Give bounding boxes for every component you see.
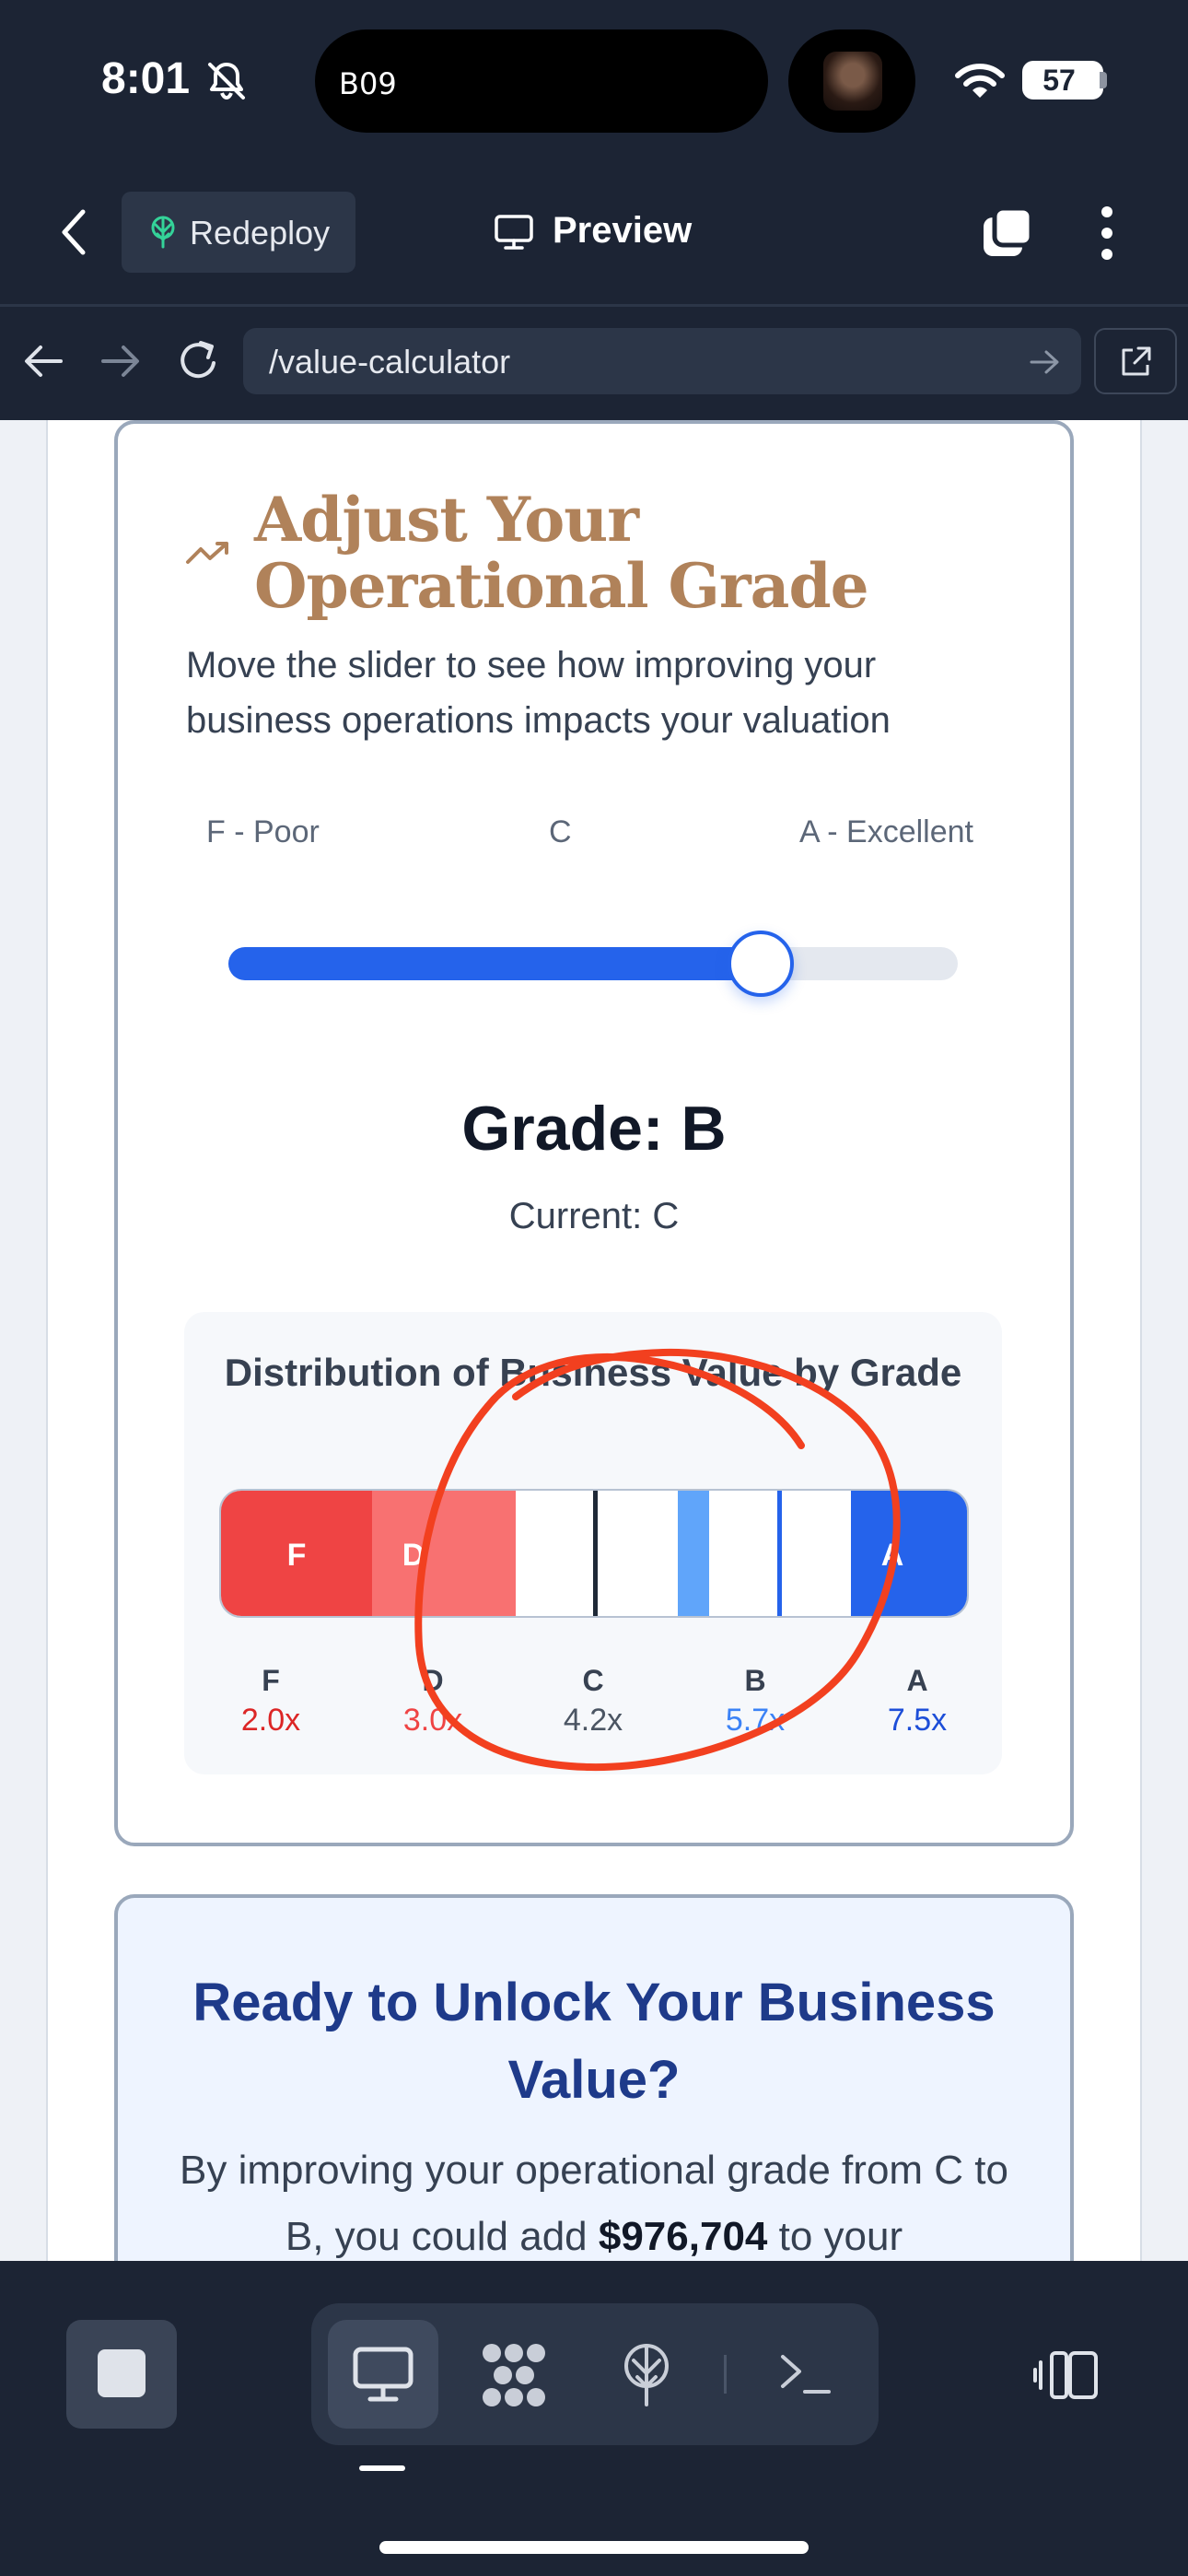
- slider-fill: [228, 947, 762, 980]
- home-indicator[interactable]: [379, 2541, 809, 2554]
- cta-body: By improving your operational grade from…: [157, 2137, 1031, 2261]
- card-description: Move the slider to see how improving you…: [186, 645, 891, 741]
- switcher-divider: [724, 2355, 727, 2394]
- graph-dots-icon[interactable]: [479, 2342, 549, 2408]
- clock: 8:01: [101, 54, 191, 103]
- monitor-icon: [353, 2347, 413, 2402]
- current-grade: Current: C: [508, 1196, 680, 1236]
- go-arrow-icon[interactable]: [1030, 348, 1061, 376]
- browser-forward-icon[interactable]: [99, 343, 142, 380]
- grade-label-f: F: [262, 1664, 280, 1697]
- split-pane-icon[interactable]: [1033, 2349, 1098, 2401]
- grade-multiple-c: 4.2x: [563, 1703, 623, 1738]
- grade-multiple-f: 2.0x: [240, 1703, 301, 1738]
- bar-segment-c-high: [595, 1491, 669, 1616]
- tabs-icon[interactable]: [980, 205, 1035, 260]
- bar-label-f: F: [286, 1538, 307, 1573]
- grade-multiple-b: 5.7x: [725, 1703, 786, 1738]
- redeploy-label: Redeploy: [190, 214, 331, 252]
- back-chevron-icon[interactable]: [55, 205, 92, 260]
- bar-label-a: A: [880, 1538, 904, 1573]
- bell-muted-icon: [208, 63, 245, 100]
- island-text: B09: [339, 66, 397, 101]
- stop-icon: [98, 2349, 146, 2397]
- grade-multiple-a: 7.5x: [887, 1703, 948, 1738]
- target-grade-marker: [777, 1491, 782, 1616]
- active-tab-indicator: [359, 2465, 405, 2471]
- card-title: Adjust Your Operational Grade: [254, 484, 869, 622]
- bar-segment-c-low: [516, 1491, 595, 1616]
- external-link-icon: [1122, 346, 1151, 376]
- grade-label-b: B: [744, 1664, 766, 1697]
- header-divider: [0, 304, 1188, 307]
- current-grade-marker: [593, 1491, 598, 1616]
- terminal-icon[interactable]: [777, 2349, 833, 2397]
- battery-nub: [1100, 72, 1107, 88]
- reload-icon[interactable]: [177, 337, 221, 383]
- cta-amount: $976,704: [598, 2214, 768, 2259]
- grade-label-c: C: [582, 1664, 604, 1697]
- grade-heading: Grade: B: [461, 1094, 727, 1164]
- slider-min-label: F - Poor: [206, 814, 320, 849]
- distribution-bar: F D A: [219, 1489, 969, 1618]
- distribution-title: Distribution of Business Value by Grade: [224, 1351, 962, 1394]
- battery-level: 57: [1042, 64, 1076, 97]
- browser-back-icon[interactable]: [22, 343, 64, 380]
- tree-icon: [151, 216, 175, 249]
- deploy-tree-icon[interactable]: [619, 2344, 674, 2406]
- bar-segment-b: [709, 1491, 783, 1616]
- cta-title: Ready to Unlock Your Business Value?: [192, 1973, 996, 2110]
- slider-max-label: A - Excellent: [799, 814, 973, 849]
- grade-multiple-d: 3.0x: [402, 1703, 463, 1738]
- bar-segment-b-highlight: [678, 1491, 709, 1616]
- preview-title: Preview: [553, 210, 693, 251]
- monitor-icon: [495, 215, 533, 250]
- album-art: [823, 52, 882, 111]
- wifi-icon: [955, 64, 1005, 98]
- more-vertical-icon[interactable]: [1096, 205, 1118, 262]
- page-viewport: Adjust Your Operational Grade Move the s…: [0, 420, 1188, 2261]
- grade-label-a: A: [906, 1664, 928, 1697]
- slider-mid-label: C: [549, 814, 572, 849]
- cta-body-suffix: to your: [767, 2214, 903, 2259]
- grade-label-d: D: [422, 1664, 444, 1697]
- trending-up-icon: [186, 542, 228, 564]
- slider-thumb[interactable]: [728, 931, 795, 997]
- bar-label-d: D: [402, 1538, 425, 1573]
- url-text[interactable]: /value-calculator: [269, 343, 510, 381]
